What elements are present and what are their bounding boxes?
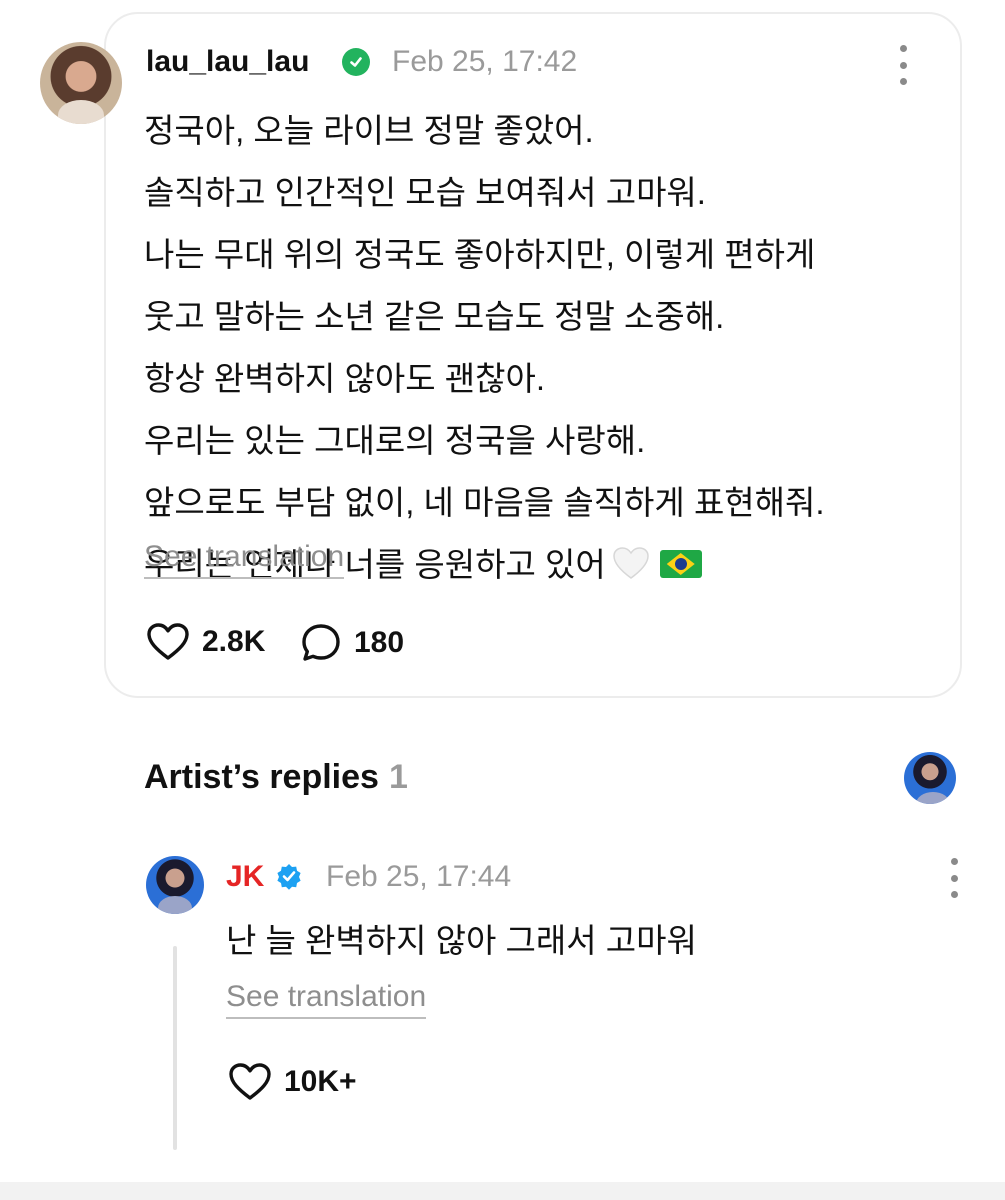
post-username[interactable]: lau_lau_lau — [146, 45, 309, 79]
artist-replies-heading: Artist’s replies 1 — [144, 758, 408, 797]
like-button[interactable]: 2.8K — [146, 622, 265, 662]
post-line: 항상 완벽하지 않아도 괜찮아. — [144, 360, 545, 397]
artist-avatar[interactable] — [146, 856, 204, 914]
verified-badge-icon — [275, 862, 303, 890]
post-line: 우리는 있는 그대로의 정국을 사랑해. — [144, 422, 646, 459]
section-title-text: Artist’s replies — [144, 758, 379, 796]
avatar-shirt — [916, 792, 950, 804]
bottom-bar — [0, 1182, 1005, 1200]
see-translation-link[interactable]: See translation — [144, 541, 345, 579]
thread-line — [173, 946, 177, 1150]
post-body: 정국아, 오늘 라이브 정말 좋았어. 솔직하고 인간적인 모습 보여줘서 고마… — [144, 100, 904, 596]
post-more-options-icon[interactable] — [893, 45, 913, 85]
artist-avatar-small[interactable] — [904, 752, 956, 804]
white-heart-icon — [612, 538, 650, 579]
post-line: 앞으로도 부담 없이, 네 마음을 솔직하게 표현해줘. — [144, 484, 825, 521]
reply-more-options-icon[interactable] — [944, 858, 964, 898]
comment-bubble-icon — [302, 624, 340, 661]
user-avatar[interactable] — [40, 42, 122, 124]
heart-icon — [229, 1063, 271, 1100]
reply-text: 난 늘 완벽하지 않아 그래서 고마워 — [226, 922, 697, 959]
post-line: 나는 무대 위의 정국도 좋아하지만, 이렇게 편하게 — [144, 236, 816, 273]
reply-username[interactable]: JK — [226, 860, 264, 894]
reply-like-button[interactable]: 10K+ — [228, 1062, 357, 1102]
post-line: 웃고 말하는 소년 같은 모습도 정말 소중해. — [144, 298, 725, 335]
comment-button[interactable]: 180 — [300, 622, 404, 664]
post-timestamp: Feb 25, 17:42 — [392, 45, 578, 78]
heart-icon — [147, 623, 189, 660]
post-line: 정국아, 오늘 라이브 정말 좋았어. — [144, 112, 594, 149]
replies-count: 1 — [388, 758, 408, 796]
post-line: 솔직하고 인간적인 모습 보여줘서 고마워. — [144, 174, 706, 211]
comment-count: 180 — [354, 626, 405, 659]
avatar-shirt — [158, 896, 192, 914]
see-translation-link[interactable]: See translation — [226, 981, 427, 1019]
verified-badge-icon — [342, 48, 370, 76]
reply-timestamp: Feb 25, 17:44 — [326, 860, 512, 893]
brazil-flag-icon — [659, 550, 702, 578]
reply-like-count: 10K+ — [284, 1065, 357, 1098]
avatar-shirt — [58, 100, 104, 124]
like-count: 2.8K — [202, 625, 266, 658]
